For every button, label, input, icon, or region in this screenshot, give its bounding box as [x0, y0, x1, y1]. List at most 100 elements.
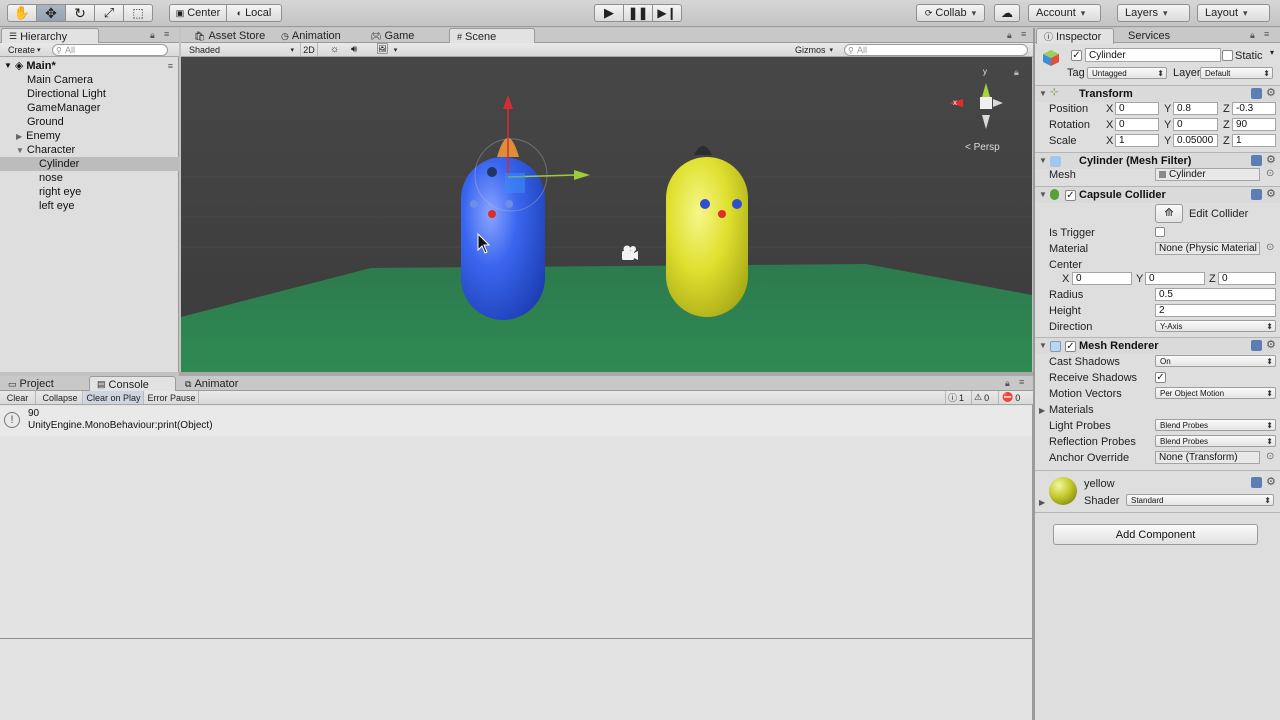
panel-menu-icon[interactable]: ≡ [164, 29, 169, 39]
height-field[interactable]: 2 [1155, 304, 1276, 317]
layout-dropdown[interactable]: Layout [1197, 4, 1270, 22]
persp-label[interactable]: < Persp [965, 142, 1000, 153]
capsule-collider-enabled-checkbox[interactable]: ✓ [1065, 190, 1076, 201]
scale-tool-button[interactable]: ⤢ [94, 4, 124, 22]
collab-dropdown[interactable]: ⟳ Collab [916, 4, 985, 22]
expand-arrow-icon[interactable]: ▶ [16, 132, 22, 141]
object-picker-icon[interactable]: ⊙ [1266, 242, 1274, 253]
mesh-object-field[interactable]: Cylinder [1155, 168, 1260, 181]
scene-menu-icon[interactable]: ≡ [168, 61, 173, 71]
hierarchy-item-nose[interactable]: nose [0, 171, 179, 185]
add-component-button[interactable]: Add Component [1053, 524, 1258, 545]
center-y-field[interactable]: 0 [1145, 272, 1205, 285]
tab-inspector[interactable]: ⓘ Inspector [1036, 28, 1114, 44]
2d-toggle[interactable]: 2D [300, 43, 318, 56]
gizmos-dropdown[interactable]: Gizmos ▾ [795, 43, 833, 56]
rotation-y-field[interactable]: 0 [1173, 118, 1218, 131]
is-trigger-checkbox[interactable] [1155, 227, 1165, 237]
scene-lock-icon[interactable]: 🔒︎ [1014, 67, 1019, 77]
material-expand-icon[interactable]: ▶ [1039, 498, 1045, 507]
transform-header[interactable]: ▼ ⊹ Transform ⚙ [1035, 85, 1280, 102]
layer-dropdown[interactable]: Default [1200, 67, 1273, 79]
tab-animation[interactable]: ◷ Animation [274, 28, 362, 44]
hierarchy-item-cylinder[interactable]: Cylinder [0, 157, 179, 171]
hierarchy-item-directional-light[interactable]: Directional Light [0, 87, 179, 101]
object-picker-icon[interactable]: ⊙ [1266, 168, 1274, 179]
scene-search-input[interactable]: ⚲ All [844, 44, 1028, 56]
panel-menu-icon[interactable]: ≡ [1019, 377, 1024, 387]
cast-shadows-dropdown[interactable]: On [1155, 355, 1276, 367]
orientation-center-cube[interactable] [980, 97, 992, 109]
direction-dropdown[interactable]: Y-Axis [1155, 320, 1276, 332]
help-book-icon[interactable] [1251, 155, 1262, 166]
lighting-toggle[interactable]: ☼ [330, 43, 339, 56]
pause-button[interactable]: ❚❚ [623, 4, 653, 22]
rotation-x-field[interactable]: 0 [1115, 118, 1159, 131]
mesh-renderer-header[interactable]: ▼ ✓ Mesh Renderer ⚙ [1035, 337, 1280, 354]
fold-arrow-icon[interactable]: ▼ [1039, 190, 1047, 199]
lock-icon[interactable]: 🔒︎ [1250, 30, 1255, 41]
static-checkbox[interactable] [1222, 50, 1233, 61]
position-z-field[interactable]: -0.3 [1232, 102, 1276, 115]
materials-expand-icon[interactable]: ▶ [1039, 406, 1045, 415]
capsule-collider-header[interactable]: ▼ ✓ Capsule Collider ⚙ [1035, 186, 1280, 203]
shader-dropdown[interactable]: Standard [1126, 494, 1274, 506]
error-filter-toggle[interactable]: ⛔ 0 [998, 391, 1028, 404]
help-book-icon[interactable] [1251, 477, 1262, 488]
materials-label[interactable]: Materials [1049, 404, 1094, 416]
object-name-field[interactable]: Cylinder [1085, 48, 1221, 62]
tab-project[interactable]: ▭ Project [1, 376, 87, 392]
gear-icon[interactable]: ⚙ [1266, 86, 1276, 99]
hierarchy-item-right-eye[interactable]: right eye [0, 185, 179, 199]
collider-material-field[interactable]: None (Physic Material [1155, 242, 1260, 255]
mesh-filter-header[interactable]: ▼ Cylinder (Mesh Filter) ⚙ [1035, 152, 1280, 169]
layers-dropdown[interactable]: Layers [1117, 4, 1190, 22]
center-z-field[interactable]: 0 [1218, 272, 1276, 285]
hierarchy-item-left-eye[interactable]: left eye [0, 199, 179, 213]
lock-icon[interactable]: 🔒︎ [1005, 378, 1010, 389]
rotation-z-field[interactable]: 90 [1232, 118, 1276, 131]
motion-vectors-dropdown[interactable]: Per Object Motion [1155, 387, 1276, 399]
gear-icon[interactable]: ⚙ [1266, 187, 1276, 200]
position-x-field[interactable]: 0 [1115, 102, 1159, 115]
object-picker-icon[interactable]: ⊙ [1266, 451, 1274, 462]
gear-icon[interactable]: ⚙ [1266, 475, 1276, 488]
hierarchy-item-character[interactable]: ▼ Character [0, 143, 179, 157]
tab-scene[interactable]: # Scene [449, 28, 535, 44]
mesh-renderer-enabled-checkbox[interactable]: ✓ [1065, 341, 1076, 352]
anchor-override-field[interactable]: None (Transform) [1155, 451, 1260, 464]
panel-menu-icon[interactable]: ≡ [1264, 29, 1269, 39]
step-button[interactable]: ▶❙ [652, 4, 682, 22]
panel-menu-icon[interactable]: ≡ [1021, 29, 1026, 39]
hierarchy-item-ground[interactable]: Ground [0, 115, 179, 129]
scene-viewport[interactable]: x y < Persp 🔒︎ [181, 57, 1032, 372]
scale-y-field[interactable]: 0.05000 [1173, 134, 1218, 147]
reflection-probes-dropdown[interactable]: Blend Probes [1155, 435, 1276, 447]
cloud-button[interactable]: ☁ [994, 4, 1020, 22]
inspector-splitter[interactable] [1033, 28, 1035, 720]
edit-collider-button[interactable]: ⟰ [1155, 204, 1183, 223]
static-dropdown-icon[interactable]: ▾ [1270, 48, 1274, 57]
info-filter-toggle[interactable]: ⓘ 1 [945, 391, 969, 404]
lock-icon[interactable]: 🔒︎ [150, 30, 155, 41]
account-dropdown[interactable]: Account [1028, 4, 1101, 22]
tab-services[interactable]: Services [1121, 28, 1201, 44]
help-book-icon[interactable] [1251, 88, 1262, 99]
shading-mode-dropdown[interactable]: Shaded ▾ [189, 43, 294, 56]
hierarchy-item-enemy[interactable]: ▶ Enemy [0, 129, 179, 143]
help-book-icon[interactable] [1251, 189, 1262, 200]
position-y-field[interactable]: 0.8 [1173, 102, 1218, 115]
tag-dropdown[interactable]: Untagged [1087, 67, 1167, 79]
radius-field[interactable]: 0.5 [1155, 288, 1276, 301]
tab-asset-store[interactable]: 🛍︎ Asset Store [187, 28, 273, 44]
yellow-character[interactable] [666, 146, 748, 317]
warning-filter-toggle[interactable]: ⚠ 0 [971, 391, 995, 404]
rotate-tool-button[interactable]: ↻ [65, 4, 95, 22]
light-probes-dropdown[interactable]: Blend Probes [1155, 419, 1276, 431]
scene-camera-icon[interactable] [622, 245, 638, 261]
lock-icon[interactable]: 🔒︎ [1007, 30, 1012, 41]
clear-button[interactable]: Clear [0, 391, 36, 404]
tab-animator[interactable]: ⧉ Animator [178, 376, 264, 392]
tab-hierarchy[interactable]: ☰ Hierarchy [1, 28, 99, 44]
fold-arrow-icon[interactable]: ▼ [1039, 156, 1047, 165]
